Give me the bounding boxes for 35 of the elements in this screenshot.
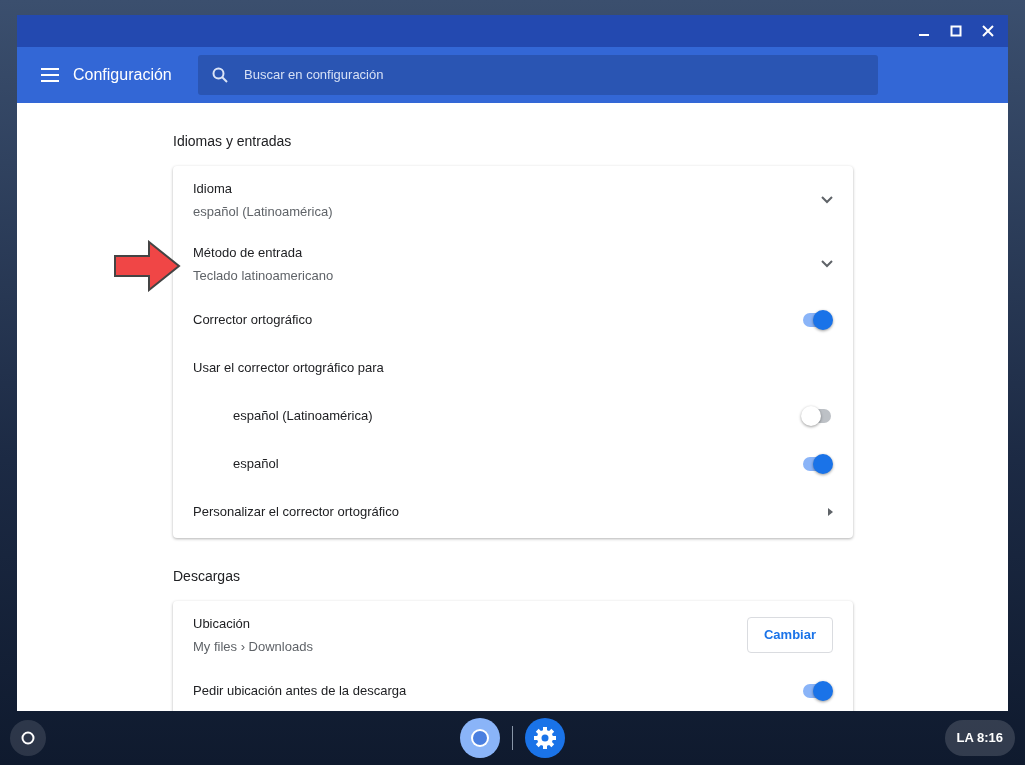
toggle-switch[interactable] bbox=[801, 310, 833, 330]
setting-label: Personalizar el corrector ortográfico bbox=[193, 503, 400, 522]
status-area[interactable]: LA 8:16 bbox=[944, 720, 1015, 756]
close-icon[interactable] bbox=[982, 25, 994, 37]
change-button[interactable]: Cambiar bbox=[746, 617, 833, 653]
menu-icon[interactable] bbox=[41, 68, 59, 82]
launcher-button[interactable] bbox=[10, 720, 46, 756]
toggle-switch[interactable] bbox=[801, 454, 833, 474]
section-title: Descargas bbox=[173, 567, 241, 586]
setting-value: español (Latinoamérica) bbox=[193, 202, 334, 221]
setting-label: Corrector ortográfico bbox=[193, 311, 314, 330]
setting-label: Usar el corrector ortográfico para bbox=[193, 359, 385, 378]
setting-value: Teclado latinoamericano bbox=[193, 266, 335, 285]
chevron-icon[interactable] bbox=[821, 196, 833, 204]
circle-icon bbox=[21, 731, 35, 745]
setting-label: español (Latinoamérica) bbox=[233, 407, 374, 426]
toggle-switch[interactable] bbox=[801, 681, 833, 701]
setting-label: Método de entrada bbox=[193, 244, 304, 262]
setting-label: Ubicación bbox=[193, 615, 252, 633]
setting-label: Pedir ubicación antes de la descarga bbox=[193, 682, 408, 701]
search-field[interactable]: Buscar en configuración bbox=[198, 55, 878, 95]
toggle-switch[interactable] bbox=[801, 406, 833, 426]
setting-label: Idioma bbox=[193, 180, 234, 198]
maximize-icon[interactable] bbox=[950, 25, 962, 37]
setting-value: My files › Downloads bbox=[193, 637, 314, 656]
chevron-icon[interactable] bbox=[821, 260, 833, 268]
section-title: Idiomas y entradas bbox=[173, 132, 293, 151]
search-icon bbox=[212, 67, 228, 83]
browser-icon[interactable] bbox=[460, 718, 500, 758]
triangle-right-icon[interactable] bbox=[828, 508, 833, 516]
settings-icon[interactable] bbox=[525, 718, 565, 758]
app-title: Configuración bbox=[73, 65, 173, 85]
setting-label: español bbox=[233, 455, 280, 474]
annotation-arrow bbox=[113, 240, 183, 292]
search-field[interactable]: Buscar en configuración bbox=[242, 64, 878, 86]
